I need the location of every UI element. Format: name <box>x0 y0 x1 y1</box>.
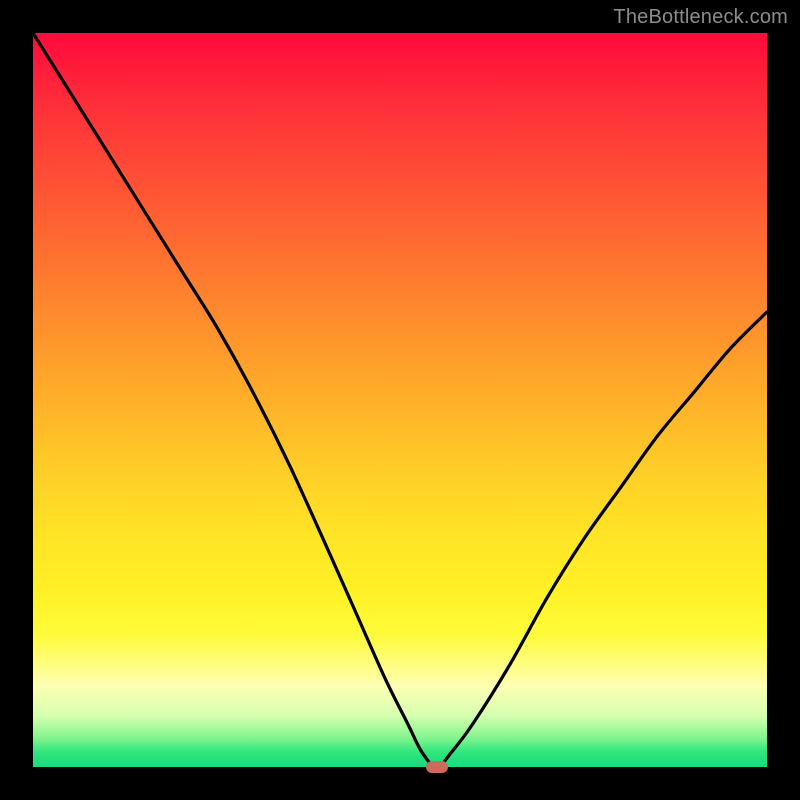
watermark-text: TheBottleneck.com <box>613 6 788 29</box>
plot-area <box>33 33 767 767</box>
bottleneck-curve <box>33 33 767 767</box>
chart-frame: TheBottleneck.com <box>0 0 800 800</box>
minimum-marker <box>426 761 448 773</box>
